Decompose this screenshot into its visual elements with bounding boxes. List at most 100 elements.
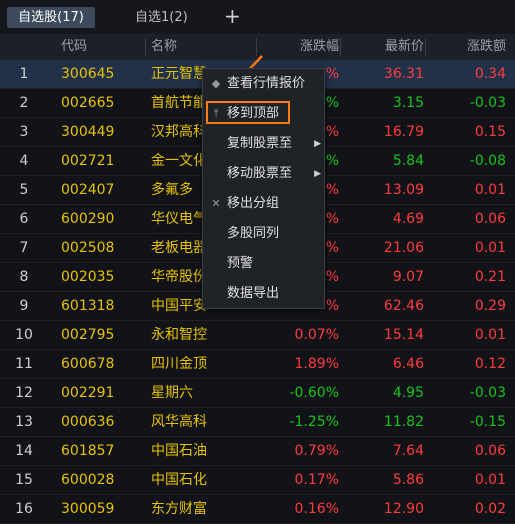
change-percent: % bbox=[325, 66, 339, 82]
column-divider[interactable] bbox=[425, 38, 426, 56]
latest-price: 36.31 bbox=[383, 66, 424, 82]
stock-name: 永和智控 bbox=[151, 327, 207, 343]
column-divider[interactable] bbox=[340, 38, 341, 56]
stock-name: 华仪电气 bbox=[151, 211, 207, 227]
change-percent: 0.16% bbox=[294, 501, 339, 517]
stock-code: 300449 bbox=[61, 124, 115, 140]
menu-item[interactable]: 预警 bbox=[203, 251, 324, 277]
menu-item[interactable]: ⤒ 移到顶部 bbox=[203, 101, 324, 127]
change-amount: -0.08 bbox=[469, 153, 506, 169]
menu-item-label: 移出分组 bbox=[227, 196, 280, 211]
stock-name: 正元智慧 bbox=[151, 66, 207, 82]
change-percent: 1.89% bbox=[294, 356, 339, 372]
latest-price: 4.95 bbox=[392, 385, 424, 401]
submenu-arrow-icon: ▶ bbox=[314, 169, 321, 179]
change-amount: 0.15 bbox=[474, 124, 506, 140]
change-percent: % bbox=[325, 153, 339, 169]
table-row[interactable]: 15 600028 中国石化 0.17% 5.86 0.01 bbox=[0, 466, 515, 495]
menu-item[interactable]: 多股同列 bbox=[203, 221, 324, 247]
change-percent: % bbox=[325, 211, 339, 227]
move-to-top-icon: ⤒ bbox=[213, 107, 219, 120]
column-header-name[interactable]: 名称 bbox=[151, 34, 177, 60]
change-amount: 0.01 bbox=[474, 182, 506, 198]
latest-price: 4.69 bbox=[392, 211, 424, 227]
row-number: 5 bbox=[19, 182, 29, 198]
latest-price: 9.07 bbox=[392, 269, 424, 285]
latest-price: 16.79 bbox=[383, 124, 424, 140]
row-number: 11 bbox=[15, 356, 33, 372]
column-header-code[interactable]: 代码 bbox=[61, 34, 87, 60]
plus-icon[interactable]: + bbox=[224, 3, 241, 29]
row-number: 2 bbox=[19, 95, 29, 111]
stock-code: 601318 bbox=[61, 298, 115, 314]
stock-name: 华帝股份 bbox=[151, 269, 207, 285]
menu-item[interactable]: 数据导出 bbox=[203, 281, 324, 307]
stock-name: 首航节能 bbox=[151, 95, 207, 111]
change-amount: 0.01 bbox=[474, 327, 506, 343]
table-row[interactable]: 13 000636 风华高科 -1.25% 11.82 -0.15 bbox=[0, 408, 515, 437]
table-row[interactable]: 16 300059 东方财富 0.16% 12.90 0.02 bbox=[0, 495, 515, 524]
menu-item-label: 多股同列 bbox=[227, 226, 280, 241]
menu-item[interactable]: ✕ 移出分组 bbox=[203, 191, 324, 217]
row-number: 3 bbox=[19, 124, 29, 140]
latest-price: 15.14 bbox=[383, 327, 424, 343]
latest-price: 13.09 bbox=[383, 182, 424, 198]
table-row[interactable]: 10 002795 永和智控 0.07% 15.14 0.01 bbox=[0, 321, 515, 350]
change-percent: % bbox=[325, 182, 339, 198]
change-amount: 0.12 bbox=[474, 356, 506, 372]
tab-watchlist-1[interactable]: 自选1(2) bbox=[135, 7, 188, 28]
table-row[interactable]: 14 601857 中国石油 0.79% 7.64 0.06 bbox=[0, 437, 515, 466]
row-number: 7 bbox=[19, 240, 29, 256]
latest-price: 21.06 bbox=[383, 240, 424, 256]
stock-name: 东方财富 bbox=[151, 501, 207, 517]
latest-price: 5.86 bbox=[392, 472, 424, 488]
table-row[interactable]: 11 600678 四川金顶 1.89% 6.46 0.12 bbox=[0, 350, 515, 379]
stock-name: 中国石化 bbox=[151, 472, 207, 488]
stock-code: 600290 bbox=[61, 211, 115, 227]
menu-item-label: 移动股票至 bbox=[227, 166, 293, 181]
menu-item[interactable]: 复制股票至 ▶ bbox=[203, 131, 324, 157]
row-number: 1 bbox=[19, 66, 29, 82]
stock-code: 600028 bbox=[61, 472, 115, 488]
latest-price: 3.15 bbox=[392, 95, 424, 111]
latest-price: 11.82 bbox=[383, 414, 424, 430]
row-number: 6 bbox=[19, 211, 29, 227]
tab-bar: 自选股(17) 自选1(2) + bbox=[0, 0, 515, 34]
menu-item[interactable]: 移动股票至 ▶ bbox=[203, 161, 324, 187]
change-percent: 0.17% bbox=[294, 472, 339, 488]
change-percent: -0.60% bbox=[289, 385, 339, 401]
stock-code: 601857 bbox=[61, 443, 115, 459]
change-percent: % bbox=[325, 240, 339, 256]
column-header-change-pct[interactable]: 涨跌幅 bbox=[300, 34, 339, 60]
change-amount: -0.03 bbox=[469, 385, 506, 401]
table-row[interactable]: 12 002291 星期六 -0.60% 4.95 -0.03 bbox=[0, 379, 515, 408]
stock-code: 002291 bbox=[61, 385, 115, 401]
change-amount: 0.01 bbox=[474, 240, 506, 256]
menu-item-label: 预警 bbox=[227, 256, 254, 271]
change-percent: % bbox=[325, 298, 339, 314]
column-header-price[interactable]: 最新价 bbox=[385, 34, 424, 60]
change-percent: -1.25% bbox=[289, 414, 339, 430]
menu-item[interactable]: ◆ 查看行情报价 bbox=[203, 71, 324, 97]
change-amount: -0.15 bbox=[469, 414, 506, 430]
change-percent: 0.07% bbox=[294, 327, 339, 343]
column-header-change[interactable]: 涨跌额 bbox=[467, 34, 506, 60]
column-divider[interactable] bbox=[145, 38, 146, 56]
stock-code: 000636 bbox=[61, 414, 115, 430]
stock-code: 002035 bbox=[61, 269, 115, 285]
latest-price: 7.64 bbox=[392, 443, 424, 459]
column-divider[interactable] bbox=[256, 38, 257, 56]
stock-name: 星期六 bbox=[151, 385, 193, 401]
stock-name: 四川金顶 bbox=[151, 356, 207, 372]
row-number: 14 bbox=[15, 443, 33, 459]
change-amount: 0.02 bbox=[474, 501, 506, 517]
row-number: 16 bbox=[15, 501, 33, 517]
stock-name: 中国平安 bbox=[151, 298, 207, 314]
latest-price: 12.90 bbox=[383, 501, 424, 517]
row-number: 12 bbox=[15, 385, 33, 401]
change-amount: 0.34 bbox=[474, 66, 506, 82]
stock-name: 风华高科 bbox=[151, 414, 207, 430]
tab-watchlist[interactable]: 自选股(17) bbox=[7, 7, 95, 28]
stock-code: 002721 bbox=[61, 153, 115, 169]
row-number: 8 bbox=[19, 269, 29, 285]
